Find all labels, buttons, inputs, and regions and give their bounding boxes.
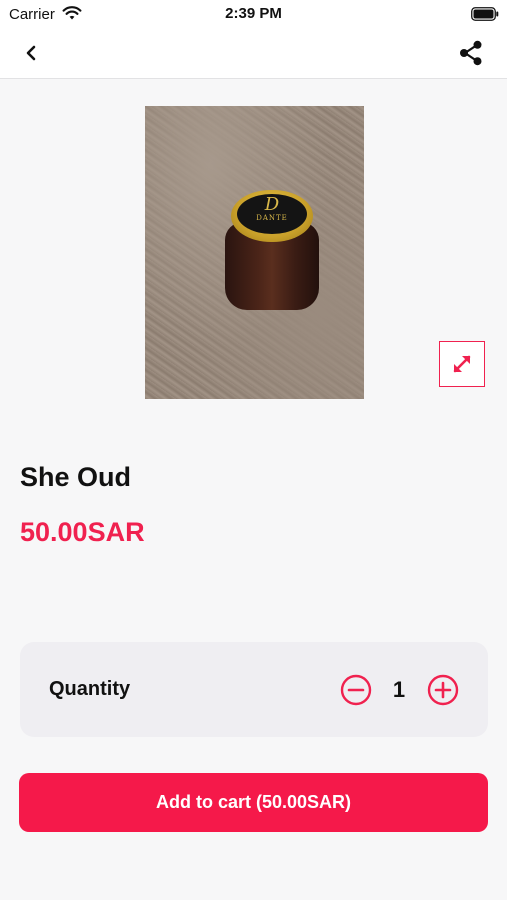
share-icon — [460, 40, 482, 66]
quantity-label: Quantity — [49, 678, 131, 700]
jar-monogram: D — [264, 194, 280, 215]
add-to-cart-button[interactable]: Add to cart (50.00SAR) — [19, 773, 488, 832]
chevron-left-icon — [26, 45, 36, 61]
expand-icon — [453, 355, 471, 373]
status-time: 2:39 PM — [225, 5, 282, 22]
share-button[interactable] — [457, 39, 485, 67]
jar-label: D DANTE — [237, 194, 307, 234]
expand-image-button[interactable] — [439, 341, 485, 387]
plus-circle-icon[interactable] — [427, 674, 459, 706]
quantity-card: Quantity 1 — [20, 642, 488, 737]
nav-bar — [0, 28, 507, 79]
product-price: 50.00SAR — [20, 517, 145, 547]
product-title: She Oud — [20, 462, 132, 492]
minus-circle-icon[interactable] — [340, 674, 372, 706]
back-button[interactable] — [18, 40, 44, 66]
jar-brand: DANTE — [256, 214, 288, 222]
quantity-value: 1 — [392, 677, 406, 702]
status-bar: Carrier 2:39 PM — [0, 0, 507, 28]
battery-icon — [471, 7, 499, 21]
product-image[interactable]: D DANTE — [145, 106, 364, 399]
